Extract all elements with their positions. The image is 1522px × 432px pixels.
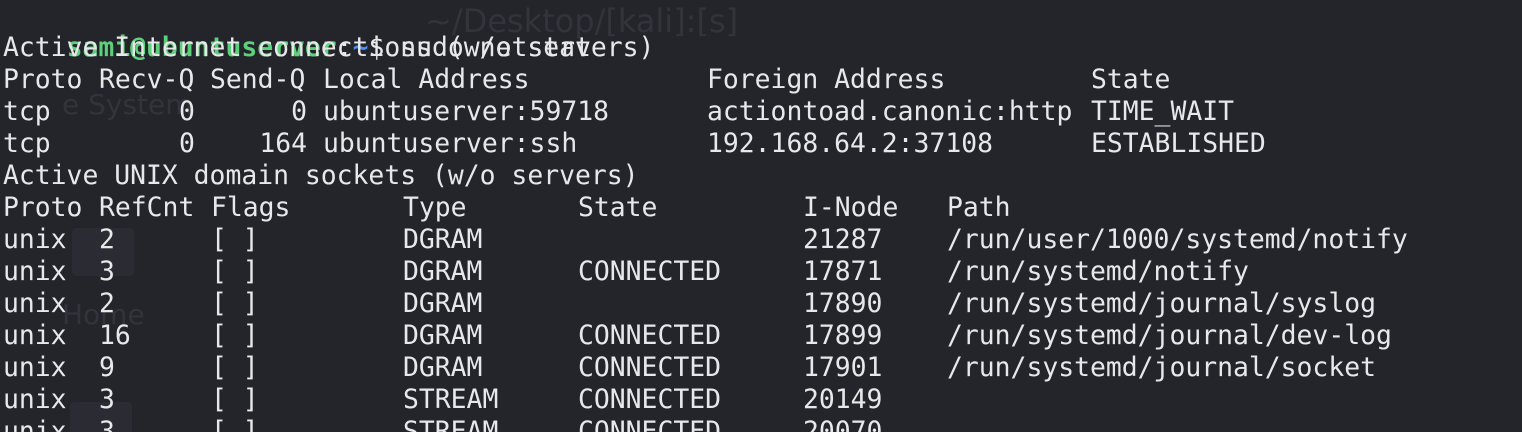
table-header: Proto RefCnt Flags Type State I-Node Pat… bbox=[3, 192, 1503, 224]
foreign-address-cell: actiontoad.canonic:http bbox=[707, 96, 1073, 127]
column-header: Foreign Address bbox=[707, 64, 946, 95]
prompt-line: sami@ubuntuserver:~$ sudo netstat bbox=[3, 0, 591, 63]
column-header: State bbox=[578, 192, 658, 223]
refcnt-cell: 2 bbox=[99, 288, 115, 319]
state-cell: CONNECTED bbox=[578, 320, 721, 351]
state-cell: CONNECTED bbox=[578, 352, 721, 383]
table-row: unix 3 [ ] STREAM CONNECTED 20070 bbox=[3, 416, 1503, 432]
flags-cell: [ ] bbox=[211, 288, 259, 319]
type-cell: DGRAM bbox=[403, 352, 483, 383]
column-header: State bbox=[1091, 64, 1171, 95]
column-header: Proto bbox=[3, 192, 83, 223]
terminal-window[interactable]: ~/Desktop/[kali]:[s] e System Home sami@… bbox=[0, 0, 1522, 432]
path-cell: /run/systemd/journal/dev-log bbox=[947, 320, 1392, 351]
recvq-cell: 0 bbox=[179, 128, 195, 159]
flags-cell: [ ] bbox=[211, 384, 259, 415]
state-cell: TIME_WAIT bbox=[1091, 96, 1234, 127]
table-row: unix 2 [ ] DGRAM 21287 /run/user/1000/sy… bbox=[3, 224, 1503, 256]
table-row: tcp 0 164 ubuntuserver:ssh 192.168.64.2:… bbox=[3, 128, 1503, 160]
column-header: I-Node bbox=[803, 192, 899, 223]
path-cell: /run/systemd/journal/socket bbox=[947, 352, 1376, 383]
proto-cell: tcp bbox=[3, 96, 51, 127]
type-cell: DGRAM bbox=[403, 224, 483, 255]
local-address-cell: ubuntuserver:ssh bbox=[323, 128, 578, 159]
proto-cell: unix bbox=[3, 384, 67, 415]
column-header: Recv-Q bbox=[99, 64, 195, 95]
inode-cell: 20149 bbox=[803, 384, 883, 415]
flags-cell: [ ] bbox=[211, 224, 259, 255]
column-header: Flags bbox=[211, 192, 291, 223]
type-cell: DGRAM bbox=[403, 288, 483, 319]
table-row: unix 2 [ ] DGRAM 17890 /run/systemd/jour… bbox=[3, 288, 1503, 320]
state-cell: ESTABLISHED bbox=[1091, 128, 1266, 159]
column-header: Proto bbox=[3, 64, 83, 95]
proto-cell: tcp bbox=[3, 128, 51, 159]
path-cell: /run/systemd/journal/syslog bbox=[947, 288, 1376, 319]
table-row: tcp 0 0 ubuntuserver:59718 actiontoad.ca… bbox=[3, 96, 1503, 128]
section-heading: Active UNIX domain sockets (w/o servers) bbox=[3, 160, 639, 191]
inode-cell: 20070 bbox=[803, 416, 883, 432]
table-row: unix 3 [ ] STREAM CONNECTED 20149 bbox=[3, 384, 1503, 416]
sendq-cell: 0 bbox=[291, 96, 307, 127]
column-header: Send-Q bbox=[210, 64, 306, 95]
table-row: unix 3 [ ] DGRAM CONNECTED 17871 /run/sy… bbox=[3, 256, 1503, 288]
proto-cell: unix bbox=[3, 256, 67, 287]
table-row: unix 16 [ ] DGRAM CONNECTED 17899 /run/s… bbox=[3, 320, 1503, 352]
refcnt-cell: 3 bbox=[99, 384, 115, 415]
flags-cell: [ ] bbox=[211, 256, 259, 287]
path-cell: /run/user/1000/systemd/notify bbox=[947, 224, 1408, 255]
column-header: Type bbox=[403, 192, 467, 223]
local-address-cell: ubuntuserver:59718 bbox=[323, 96, 609, 127]
flags-cell: [ ] bbox=[211, 416, 259, 432]
path-cell: /run/systemd/notify bbox=[947, 256, 1249, 287]
refcnt-cell: 16 bbox=[99, 320, 131, 351]
section-heading: Active Internet connections (w/o servers… bbox=[3, 32, 655, 63]
inode-cell: 21287 bbox=[803, 224, 883, 255]
inode-cell: 17890 bbox=[803, 288, 883, 319]
column-header: Path bbox=[947, 192, 1011, 223]
flags-cell: [ ] bbox=[211, 352, 259, 383]
state-cell: CONNECTED bbox=[578, 256, 721, 287]
state-cell: CONNECTED bbox=[578, 416, 721, 432]
refcnt-cell: 2 bbox=[99, 224, 115, 255]
refcnt-cell: 3 bbox=[99, 416, 115, 432]
column-header: Local Address bbox=[323, 64, 530, 95]
inode-cell: 17899 bbox=[803, 320, 883, 351]
column-header: RefCnt bbox=[99, 192, 195, 223]
proto-cell: unix bbox=[3, 416, 67, 432]
state-cell: CONNECTED bbox=[578, 384, 721, 415]
type-cell: DGRAM bbox=[403, 256, 483, 287]
inode-cell: 17871 bbox=[803, 256, 883, 287]
table-header: Proto Recv-Q Send-Q Local Address Foreig… bbox=[3, 64, 1503, 96]
sendq-cell: 164 bbox=[259, 128, 307, 159]
proto-cell: unix bbox=[3, 288, 67, 319]
type-cell: STREAM bbox=[403, 416, 499, 432]
type-cell: STREAM bbox=[403, 384, 499, 415]
proto-cell: unix bbox=[3, 320, 67, 351]
proto-cell: unix bbox=[3, 224, 67, 255]
refcnt-cell: 9 bbox=[99, 352, 115, 383]
proto-cell: unix bbox=[3, 352, 67, 383]
inode-cell: 17901 bbox=[803, 352, 883, 383]
table-row: unix 9 [ ] DGRAM CONNECTED 17901 /run/sy… bbox=[3, 352, 1503, 384]
recvq-cell: 0 bbox=[179, 96, 195, 127]
refcnt-cell: 3 bbox=[99, 256, 115, 287]
foreign-address-cell: 192.168.64.2:37108 bbox=[707, 128, 993, 159]
flags-cell: [ ] bbox=[211, 320, 259, 351]
type-cell: DGRAM bbox=[403, 320, 483, 351]
